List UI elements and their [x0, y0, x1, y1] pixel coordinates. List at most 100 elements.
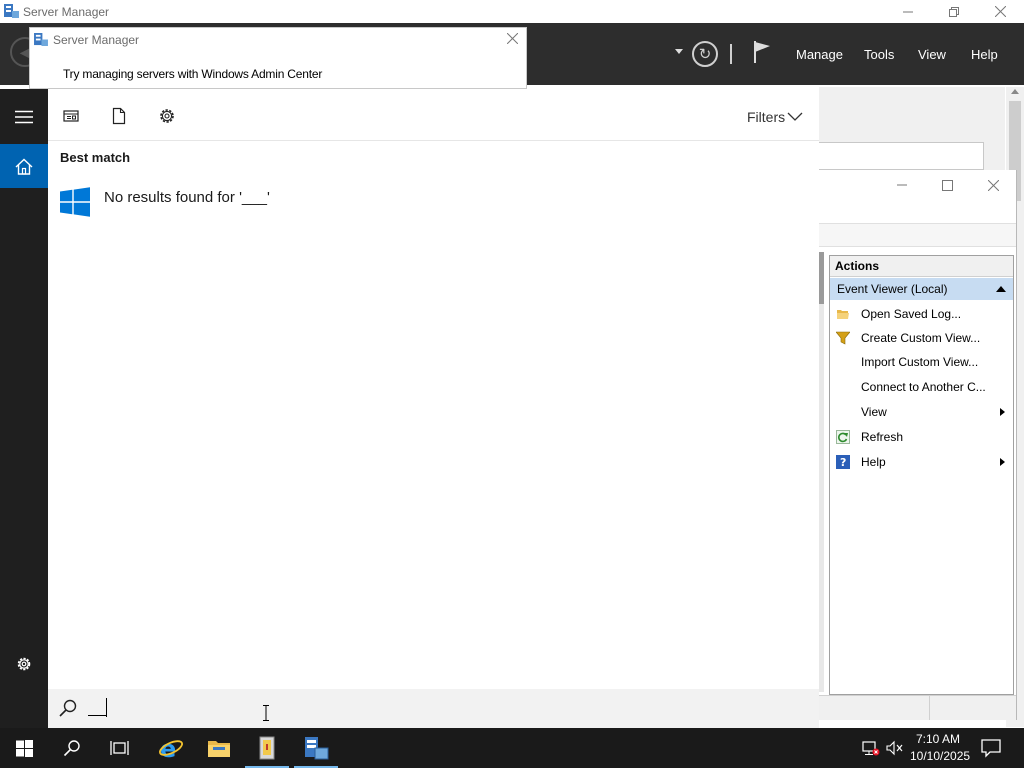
filter-icon [836, 331, 850, 345]
action-open-saved-log[interactable]: Open Saved Log... [830, 302, 1013, 326]
collapse-arrow-icon[interactable] [996, 286, 1006, 292]
restore-icon [949, 6, 959, 17]
app-window-icon [63, 110, 79, 122]
notification-message[interactable]: Try managing servers with Windows Admin … [63, 67, 322, 81]
action-label: Connect to Another C... [861, 380, 986, 394]
actions-section-event-viewer-local[interactable]: Event Viewer (Local) [830, 278, 1013, 300]
volume-muted-icon[interactable] [886, 740, 904, 756]
task-view-icon [110, 741, 129, 755]
notification-close-button[interactable] [506, 31, 519, 49]
search-scope-apps-button[interactable] [62, 107, 82, 127]
action-label: Help [861, 455, 886, 469]
internet-explorer-icon: e [159, 735, 183, 761]
ev-tree-scrollbar[interactable] [819, 252, 824, 692]
minimize-icon [903, 11, 913, 12]
server-manager-app-icon [4, 4, 19, 18]
gear-icon [17, 657, 31, 671]
server-manager-icon [305, 737, 329, 760]
no-results-text: No results found for '___' [104, 189, 270, 206]
action-view[interactable]: View [830, 400, 1013, 424]
ibeam-cursor-icon [263, 705, 269, 721]
server-manager-app-icon [34, 33, 48, 46]
start-icon [15, 739, 33, 757]
close-button[interactable] [977, 0, 1023, 23]
search-icon [63, 740, 80, 757]
notifications-flag-icon[interactable] [752, 40, 772, 64]
close-icon [994, 6, 1006, 17]
close-icon [987, 179, 999, 191]
header-divider [730, 44, 732, 64]
scroll-up-icon[interactable] [1011, 89, 1019, 94]
submenu-arrow-icon [1000, 458, 1005, 466]
action-label: Open Saved Log... [861, 307, 962, 321]
start-home-button[interactable] [0, 144, 48, 188]
server-manager-notification: Server Manager Try managing servers with… [29, 27, 527, 89]
action-import-custom-view[interactable]: Import Custom View... [830, 350, 1013, 374]
refresh-icon [836, 430, 850, 444]
actions-header: Actions [830, 256, 1013, 277]
document-icon [112, 107, 126, 125]
server-manager-taskbar-button[interactable] [292, 728, 340, 768]
event-viewer-toolbar [819, 223, 1016, 247]
action-center-icon[interactable] [980, 738, 1002, 758]
action-label: Create Custom View... [861, 331, 981, 345]
network-disconnected-icon[interactable] [862, 740, 880, 756]
refresh-icon: ↻ [698, 46, 712, 63]
background-field [819, 142, 984, 170]
event-viewer-taskbar-button[interactable] [243, 728, 291, 768]
event-viewer-statusbar [819, 695, 1016, 720]
event-viewer-icon [259, 736, 275, 760]
server-manager-titlebar: Server Manager [0, 0, 1024, 23]
window-title: Server Manager [23, 5, 110, 19]
gear-icon [160, 109, 174, 123]
folder-open-icon [837, 310, 849, 319]
file-explorer-button[interactable] [195, 728, 243, 768]
start-button[interactable] [0, 728, 48, 768]
menu-tools[interactable]: Tools [864, 47, 894, 62]
action-label: View [861, 405, 887, 419]
menu-manage[interactable]: Manage [796, 47, 843, 62]
search-icon [59, 699, 77, 717]
svg-text:?: ? [840, 456, 846, 469]
search-input[interactable] [88, 694, 688, 720]
clock-date[interactable]: 10/10/2025 [910, 749, 970, 763]
ev-maximize-button[interactable] [924, 172, 970, 198]
action-create-custom-view[interactable]: Create Custom View... [830, 326, 1013, 350]
action-refresh[interactable]: Refresh [830, 425, 1013, 449]
taskbar-search-button[interactable] [48, 728, 96, 768]
scrollbar-thumb[interactable] [819, 252, 824, 304]
windows-logo-icon [60, 187, 90, 217]
actions-header-label: Actions [835, 259, 880, 273]
search-scope-documents-button[interactable] [110, 107, 130, 127]
action-help[interactable]: ? Help [830, 450, 1013, 474]
event-viewer-titlebar [819, 170, 1016, 200]
action-label: Import Custom View... [861, 355, 979, 369]
home-icon [15, 158, 33, 175]
task-view-button[interactable] [96, 728, 144, 768]
clock-time[interactable]: 7:10 AM [916, 732, 960, 746]
hamburger-menu-icon [15, 110, 33, 123]
notification-title: Server Manager [53, 33, 140, 47]
chevron-down-icon[interactable] [787, 110, 803, 122]
close-icon [506, 32, 519, 45]
ev-close-button[interactable] [970, 172, 1016, 198]
search-scope-settings-button[interactable] [158, 107, 178, 127]
minimize-button[interactable] [885, 0, 931, 23]
refresh-button[interactable]: ↻ [692, 41, 718, 67]
internet-explorer-button[interactable]: e [147, 728, 195, 768]
start-expand-button[interactable] [0, 89, 48, 144]
start-settings-button[interactable] [0, 642, 48, 686]
minimize-icon [897, 184, 907, 186]
best-match-heading: Best match [60, 150, 131, 165]
action-connect-to-another-computer[interactable]: Connect to Another C... [830, 375, 1013, 399]
actions-section-label: Event Viewer (Local) [837, 282, 948, 296]
restore-button[interactable] [931, 0, 977, 23]
search-text-underscore [88, 715, 107, 716]
menu-help[interactable]: Help [971, 47, 998, 62]
submenu-arrow-icon [1000, 408, 1005, 416]
menu-view[interactable]: View [918, 47, 946, 62]
dropdown-arrow-icon[interactable] [675, 49, 683, 54]
action-label: Refresh [861, 430, 904, 444]
filters-button[interactable]: Filters [747, 109, 785, 125]
ev-minimize-button[interactable] [879, 172, 925, 198]
